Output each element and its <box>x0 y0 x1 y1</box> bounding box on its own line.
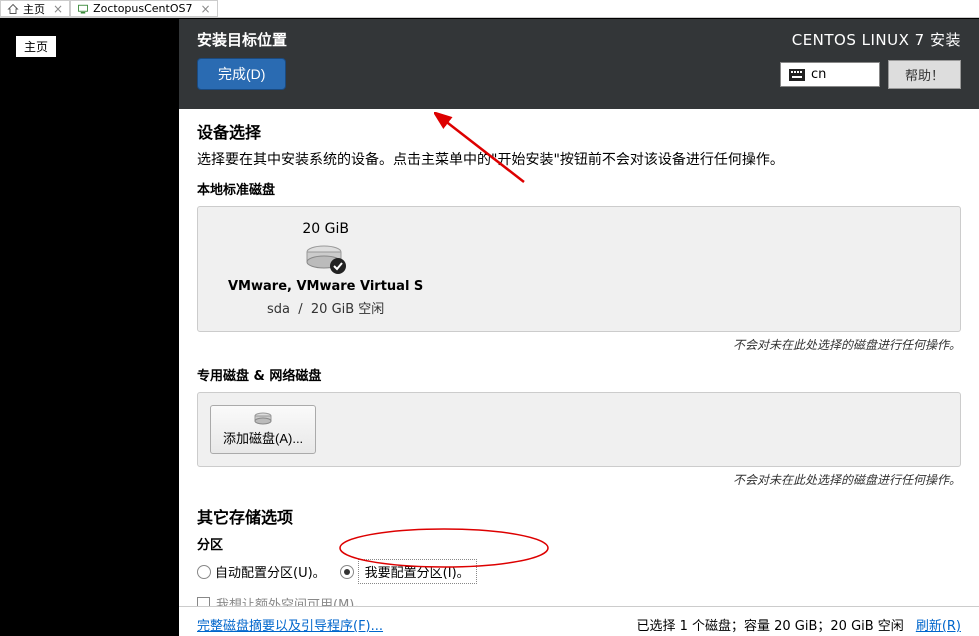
radio-icon <box>197 565 211 579</box>
refresh-link[interactable]: 刷新(R) <box>916 615 961 634</box>
tooltip: 主页 <box>15 35 57 58</box>
disk-size: 20 GiB <box>302 221 349 237</box>
close-icon[interactable]: × <box>53 2 63 16</box>
home-icon <box>7 3 19 15</box>
language-code: cn <box>811 67 826 82</box>
local-disks-title: 本地标准磁盘 <box>197 179 961 198</box>
extra-space-option[interactable]: 我想让额外空间可用(M)。 <box>197 594 961 606</box>
checkbox-icon <box>197 597 210 606</box>
radio-auto-label: 自动配置分区(U)。 <box>215 562 326 581</box>
section-subtitle: 选择要在其中安装系统的设备。点击主菜单中的"开始安装"按钮前不会对该设备进行任何… <box>197 149 961 169</box>
tab-home[interactable]: 主页 × <box>0 0 70 17</box>
vm-icon <box>77 3 89 15</box>
tab-bar: 主页 × ZoctopusCentOS7 × <box>0 0 979 18</box>
tab-vm[interactable]: ZoctopusCentOS7 × <box>70 0 217 17</box>
radio-auto-partition[interactable]: 自动配置分区(U)。 <box>197 562 326 581</box>
section-title-devices: 设备选择 <box>197 119 961 143</box>
content-area: 设备选择 选择要在其中安装系统的设备。点击主菜单中的"开始安装"按钮前不会对该设… <box>179 109 979 606</box>
add-disk-button[interactable]: 添加磁盘(A)... <box>210 405 316 454</box>
disk-hint-2: 不会对未在此处选择的磁盘进行任何操作。 <box>197 471 961 488</box>
footer: 完整磁盘摘要以及引导程序(F)... 已选择 1 个磁盘；容量 20 GiB；2… <box>179 606 979 636</box>
tab-label: 主页 <box>23 1 45 17</box>
disk-detail: sda / 20 GiB 空闲 <box>267 298 384 317</box>
special-disks-box: 添加磁盘(A)... <box>197 392 961 467</box>
language-selector[interactable]: cn <box>780 62 880 87</box>
done-button[interactable]: 完成(D) <box>197 58 286 90</box>
radio-manual-partition[interactable]: 我要配置分区(I)。 <box>340 559 477 584</box>
page-title: 安装目标位置 <box>197 29 287 50</box>
tab-label: ZoctopusCentOS7 <box>93 2 192 15</box>
local-disks-box: 20 GiB VMware, VMware Virtual S sda / 20… <box>197 206 961 332</box>
special-disks-title: 专用磁盘 & 网络磁盘 <box>197 365 961 384</box>
radio-icon <box>340 565 354 579</box>
disk-name: VMware, VMware Virtual S <box>228 279 423 294</box>
header: 安装目标位置 完成(D) CENTOS LINUX 7 安装 cn 帮助！ <box>179 19 979 109</box>
disk-icon <box>302 241 350 275</box>
installer-window: 安装目标位置 完成(D) CENTOS LINUX 7 安装 cn 帮助！ 设备… <box>179 19 979 636</box>
add-disk-label: 添加磁盘(A)... <box>223 428 303 447</box>
storage-options-title: 其它存储选项 <box>197 504 961 528</box>
partition-label: 分区 <box>197 534 961 553</box>
disk-hint: 不会对未在此处选择的磁盘进行任何操作。 <box>197 336 961 353</box>
disk-item[interactable]: 20 GiB VMware, VMware Virtual S sda / 20… <box>216 217 435 321</box>
keyboard-icon <box>789 69 805 81</box>
selection-status: 已选择 1 个磁盘；容量 20 GiB；20 GiB 空闲 <box>636 615 903 634</box>
brand-label: CENTOS LINUX 7 安装 <box>780 29 961 50</box>
extra-space-label: 我想让额外空间可用(M)。 <box>216 594 367 606</box>
add-disk-icon <box>253 412 273 426</box>
radio-manual-label: 我要配置分区(I)。 <box>358 559 477 584</box>
disk-summary-link[interactable]: 完整磁盘摘要以及引导程序(F)... <box>197 615 383 634</box>
close-icon[interactable]: × <box>200 2 210 16</box>
help-button[interactable]: 帮助！ <box>888 60 961 89</box>
